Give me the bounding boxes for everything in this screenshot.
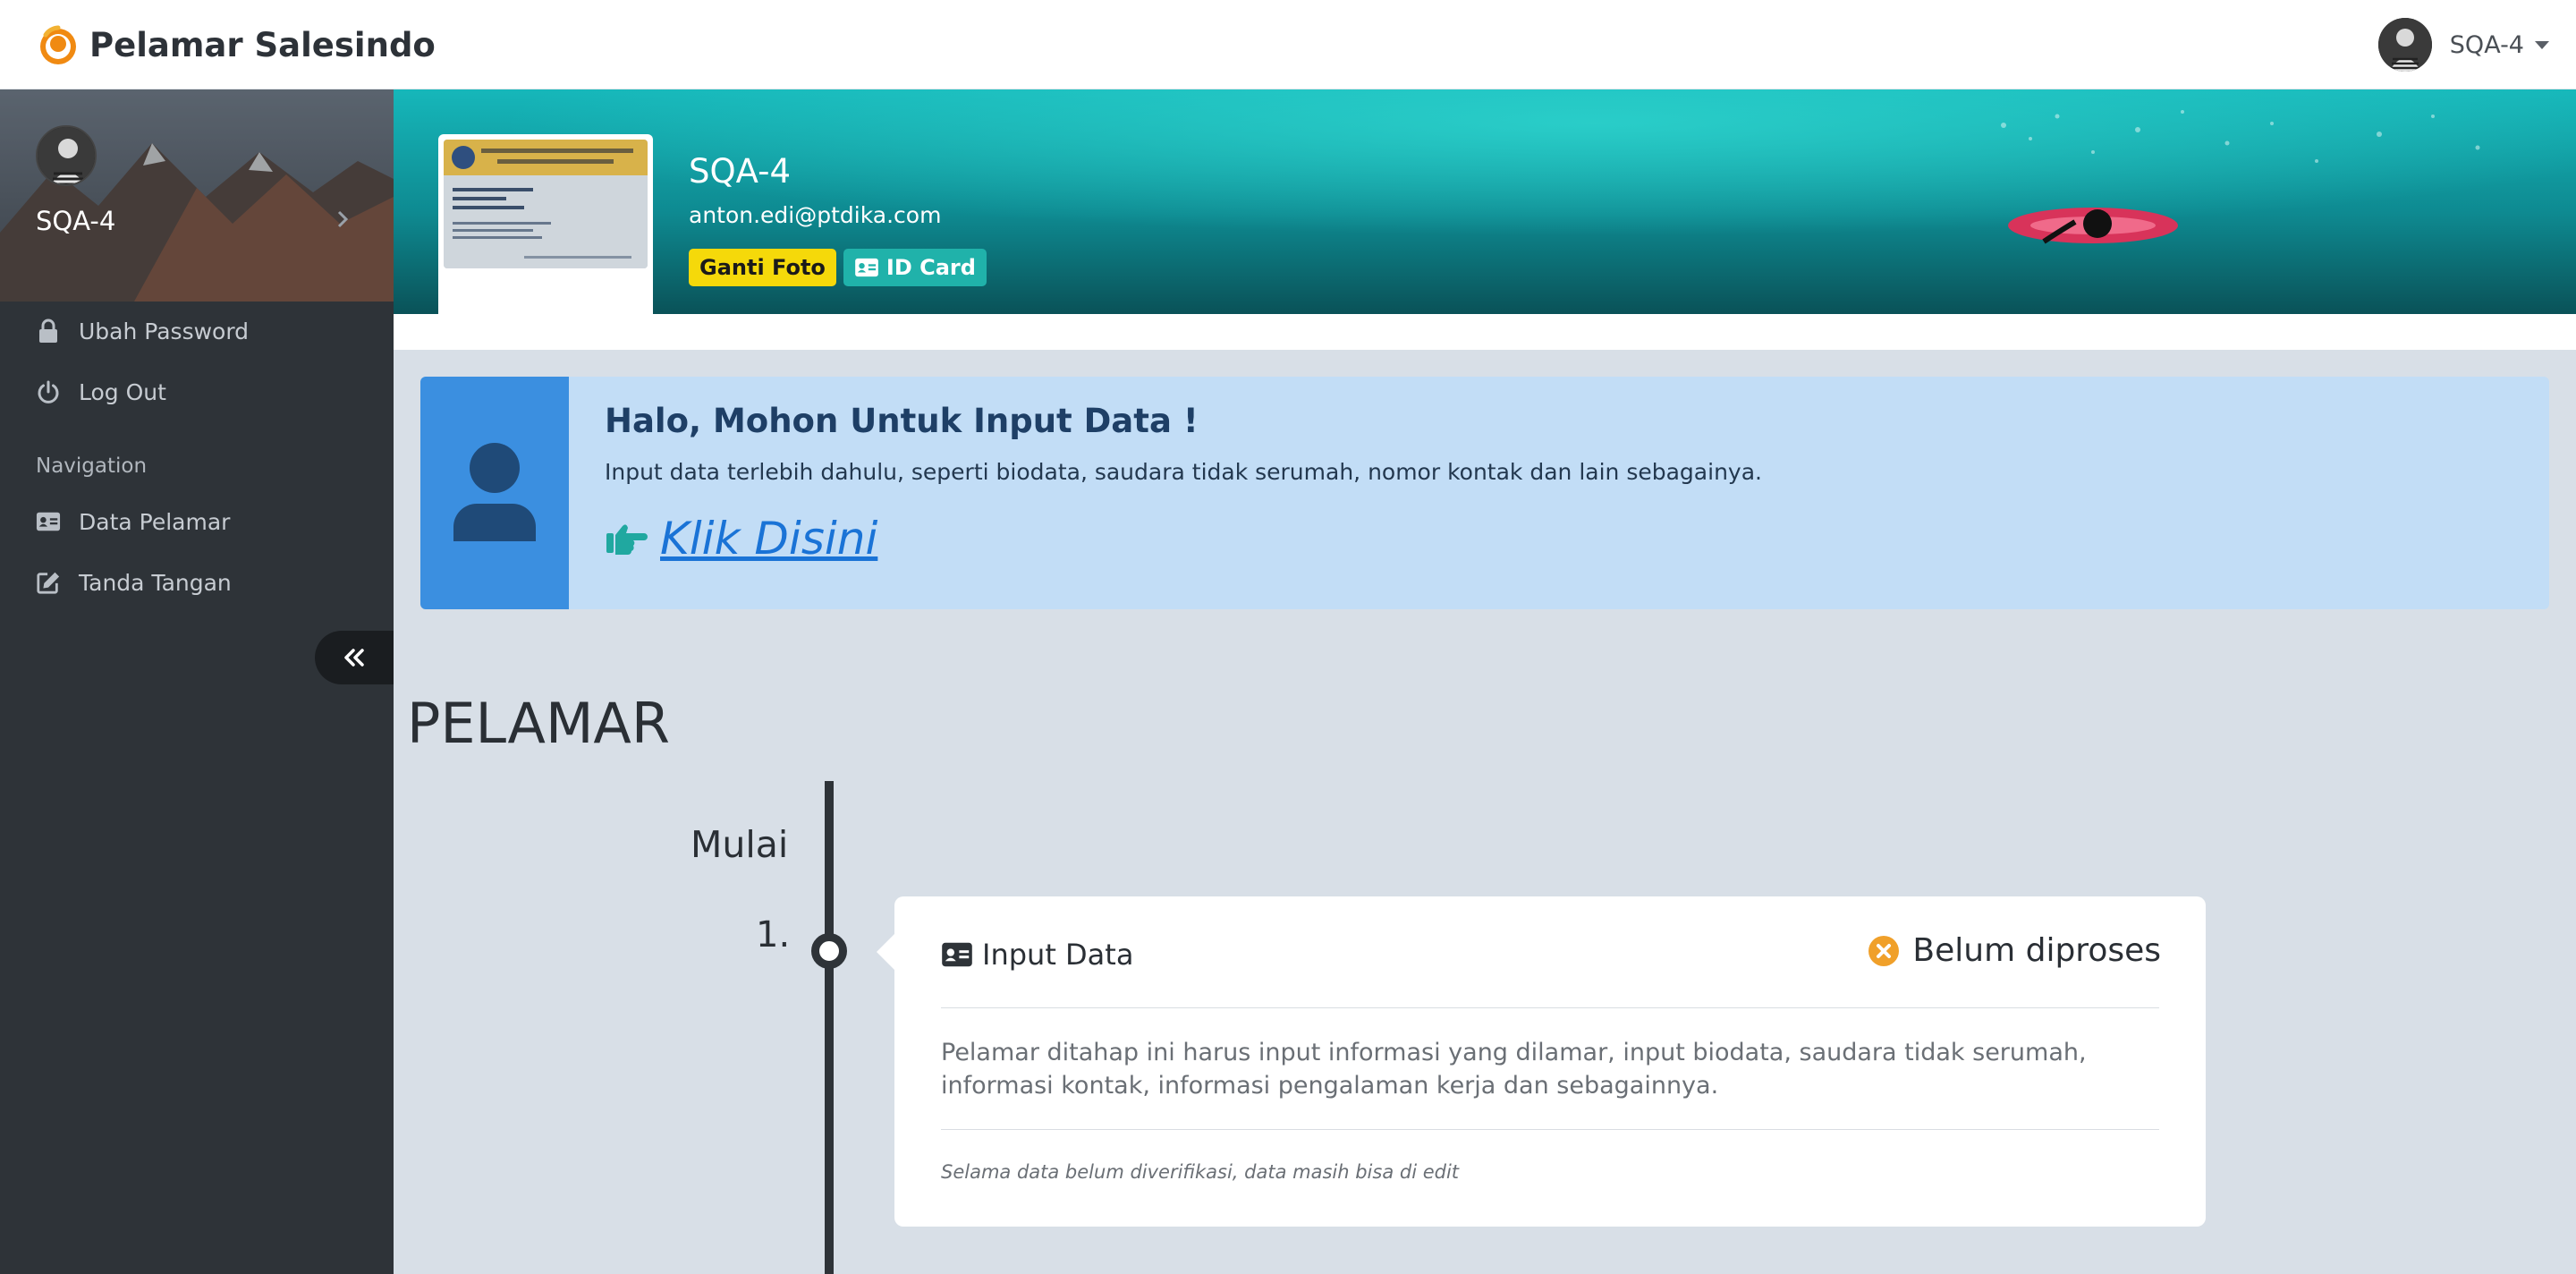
user-icon [420, 377, 569, 609]
sidebar-collapse-button[interactable] [315, 631, 394, 684]
section-title: PELAMAR [407, 691, 670, 756]
sidebar-item-ubah-password[interactable]: Ubah Password [36, 313, 249, 349]
timeline-line [825, 781, 834, 1274]
klik-disini-label: Klik Disini [660, 513, 878, 565]
sidebar-profile[interactable]: SQA-4 [0, 89, 394, 302]
id-card-icon [942, 942, 972, 967]
callout-text: Input data terlebih dahulu, seperti biod… [605, 459, 1762, 485]
profile-actions: Ganti Foto ID Card [689, 249, 987, 286]
power-icon [36, 379, 61, 404]
divider [941, 1007, 2159, 1008]
timeline-step-number: 1. [756, 914, 791, 956]
timeline-start-label: Mulai [691, 823, 789, 866]
user-menu-name: SQA-4 [2449, 30, 2524, 59]
profile-email: anton.edi@ptdika.com [689, 202, 942, 228]
user-menu[interactable]: SQA-4 [2377, 16, 2549, 73]
card-pointer [877, 934, 894, 970]
profile-photo-frame[interactable] [438, 134, 653, 350]
status-badge: Belum diproses [1868, 932, 2161, 969]
card-note: Selama data belum diverifikasi, data mas… [941, 1161, 1460, 1183]
brand[interactable]: Pelamar Salesindo [36, 20, 436, 70]
mountain-background [0, 89, 394, 302]
sidebar-avatar [36, 125, 97, 186]
input-data-callout: Halo, Mohon Untuk Input Data ! Input dat… [420, 377, 2549, 609]
edit-icon [36, 570, 61, 595]
id-card-icon [36, 509, 61, 534]
salesindo-logo [36, 22, 80, 67]
avatar [2377, 18, 2432, 72]
sidebar-item-data-pelamar[interactable]: Data Pelamar [36, 504, 230, 539]
banner-bottom-strip [394, 314, 2576, 350]
sidebar-username: SQA-4 [36, 206, 116, 236]
timeline-card-input-data: Input Data Belum diproses Pelamar ditaha… [877, 896, 2206, 1227]
double-chevron-left-icon [344, 649, 364, 667]
lock-icon [36, 318, 61, 344]
divider [941, 1129, 2159, 1130]
sidebar-nav-heading: Navigation [36, 454, 148, 478]
caret-down-icon [2535, 40, 2549, 49]
id-card-button[interactable]: ID Card [843, 249, 987, 286]
callout-title: Halo, Mohon Untuk Input Data ! [605, 402, 1199, 440]
x-circle-icon [1868, 935, 1900, 966]
status-text: Belum diproses [1912, 932, 2161, 969]
brand-name: Pelamar Salesindo [89, 25, 436, 64]
sidebar-item-label: Tanda Tangan [79, 569, 232, 596]
card-title: Input Data [982, 938, 1134, 972]
profile-name: SQA-4 [689, 152, 791, 191]
card-header: Input Data [941, 938, 1133, 972]
sidebar: SQA-4 Ubah Password Log Out Navigation D… [0, 89, 394, 1274]
sidebar-item-label: Data Pelamar [79, 508, 231, 535]
klik-disini-link[interactable]: Klik Disini [605, 513, 877, 565]
sidebar-item-label: Ubah Password [79, 318, 250, 344]
chevron-right-icon[interactable] [331, 208, 354, 231]
sidebar-item-label: Log Out [79, 378, 166, 405]
top-navbar: Pelamar Salesindo SQA-4 [0, 0, 2576, 89]
id-card-photo [444, 140, 648, 268]
sidebar-item-tanda-tangan[interactable]: Tanda Tangan [36, 565, 232, 600]
timeline-dot [811, 933, 847, 969]
sidebar-item-log-out[interactable]: Log Out [36, 374, 166, 410]
hand-pointing-right-icon [606, 524, 648, 555]
change-photo-button[interactable]: Ganti Foto [689, 249, 836, 286]
id-card-button-label: ID Card [886, 255, 976, 280]
card-description: Pelamar ditahap ini harus input informas… [941, 1039, 2087, 1100]
id-card-icon [855, 258, 878, 277]
